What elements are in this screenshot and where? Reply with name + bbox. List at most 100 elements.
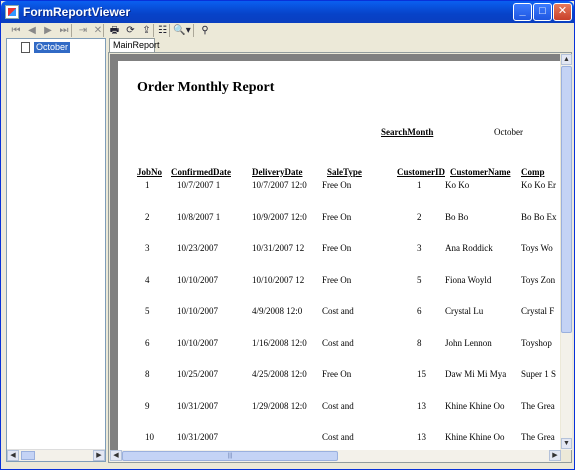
table-cell: 4/9/2008 12:0 <box>252 306 303 316</box>
table-cell: Bo Bo Ex <box>521 212 557 222</box>
column-header[interactable]: CustomerName <box>450 167 510 177</box>
app-icon[interactable] <box>5 5 19 19</box>
table-cell: Crystal Lu <box>445 306 484 316</box>
table-cell: 10/31/2007 12 <box>252 243 305 253</box>
table-cell: Free On <box>322 212 352 222</box>
table-cell: 10/23/2007 <box>177 243 219 253</box>
first-page-icon[interactable]: ⏮ <box>11 24 21 37</box>
report-vertical-scrollbar[interactable]: ▲ ▼ <box>561 54 572 450</box>
report-toolbar: ⏮ ◀ ▶ ⏭ ⇥ ✕ 🖶 ⟳ ⇪ ☷ 🔍▾ ⚲ <box>3 23 573 38</box>
next-page-icon[interactable]: ▶ <box>43 24 53 37</box>
table-cell: 10/31/2007 <box>177 432 219 442</box>
column-header[interactable]: JobNo <box>137 167 162 177</box>
table-cell: 8 <box>145 369 150 379</box>
table-cell: 4/25/2008 12:0 <box>252 369 307 379</box>
scroll-left-icon[interactable]: ◀ <box>110 450 122 461</box>
table-cell: Cost and <box>322 338 354 348</box>
toolbar-separator <box>193 24 194 37</box>
table-cell: Free On <box>322 180 352 190</box>
column-header[interactable]: ConfirmedDate <box>171 167 231 177</box>
toolbar-separator <box>169 24 170 37</box>
last-page-icon[interactable]: ⏭ <box>59 24 69 37</box>
table-cell: 10/10/2007 <box>177 306 219 316</box>
search-month-label: SearchMonth <box>381 127 434 137</box>
table-cell: Free On <box>322 369 352 379</box>
search-icon[interactable]: ⚲ <box>198 24 212 37</box>
report-title: Order Monthly Report <box>137 80 275 95</box>
tree-horizontal-scrollbar[interactable]: ◀ ▶ <box>7 449 105 461</box>
report-horizontal-scrollbar[interactable]: ◀ ||| ▶ <box>110 450 561 462</box>
table-cell: Ana Roddick <box>445 243 493 253</box>
toolbar-separator <box>71 24 72 37</box>
table-cell: Khine Khine Oo <box>445 432 505 442</box>
scroll-up-icon[interactable]: ▲ <box>561 54 572 65</box>
table-cell: Crystal F <box>521 306 555 316</box>
table-cell: Super 1 S <box>521 369 557 379</box>
tree-item-october[interactable]: October <box>21 41 71 53</box>
toolbar-separator <box>153 24 154 37</box>
table-cell: 9 <box>145 401 150 411</box>
report-page: Order Monthly Report SearchMonth October… <box>118 61 560 450</box>
tree-scroll-thumb[interactable] <box>21 451 35 460</box>
table-cell: 10/25/2007 <box>177 369 219 379</box>
table-cell: Ko Ko <box>445 180 470 190</box>
go-back-icon[interactable]: ⇥ <box>77 24 89 37</box>
zoom-icon[interactable]: 🔍▾ <box>172 24 192 37</box>
table-cell: 10/8/2007 1 <box>177 212 221 222</box>
report-tab-panel: Order Monthly Report SearchMonth October… <box>108 52 572 463</box>
report-viewport[interactable]: Order Monthly Report SearchMonth October… <box>110 54 560 450</box>
table-cell: 10/10/2007 <box>177 275 219 285</box>
refresh-icon[interactable]: ⟳ <box>124 24 137 37</box>
maximize-button[interactable]: □ <box>533 3 552 21</box>
table-cell: Daw Mi Mi Mya <box>445 369 507 379</box>
table-cell: Cost and <box>322 401 354 411</box>
column-header[interactable]: Comp <box>521 167 545 177</box>
table-cell: Cost and <box>322 306 354 316</box>
group-tree-icon[interactable]: ☷ <box>156 24 169 37</box>
table-cell: 10/9/2007 12:0 <box>252 212 307 222</box>
scroll-right-icon[interactable]: ▶ <box>93 450 105 461</box>
table-cell: Ko Ko Er <box>521 180 556 190</box>
toolbar-separator <box>103 24 104 37</box>
column-header[interactable]: DeliveryDate <box>252 167 302 177</box>
table-cell: 2 <box>145 212 150 222</box>
table-cell: 4 <box>145 275 150 285</box>
table-cell: 10/10/2007 12 <box>252 275 305 285</box>
scroll-right-icon[interactable]: ▶ <box>549 450 561 461</box>
table-cell: 10 <box>145 432 154 442</box>
table-cell: 1 <box>145 180 150 190</box>
search-month-value: October <box>494 127 523 137</box>
table-cell: Bo Bo <box>445 212 469 222</box>
table-cell: 10/7/2007 1 <box>177 180 221 190</box>
report-vertical-thumb[interactable] <box>561 66 572 333</box>
close-button[interactable]: ✕ <box>553 3 572 21</box>
table-cell: 10/7/2007 12:0 <box>252 180 307 190</box>
table-cell: Toys Wo <box>521 243 553 253</box>
scroll-left-icon[interactable]: ◀ <box>7 450 19 461</box>
table-cell: The Grea <box>521 401 555 411</box>
title-bar[interactable]: FormReportViewer _ □ ✕ <box>1 1 574 23</box>
tree-item-label: October <box>34 41 71 53</box>
table-cell: 1/29/2008 12:0 <box>252 401 307 411</box>
table-cell: 6 <box>145 338 150 348</box>
form-report-viewer-window: FormReportViewer _ □ ✕ ⏮ ◀ ▶ ⏭ ⇥ ✕ 🖶 ⟳ ⇪ ☷ 🔍▾ ⚲ Oct… <box>0 0 575 470</box>
previous-page-icon[interactable]: ◀ <box>27 24 37 37</box>
stop-icon[interactable]: ✕ <box>93 24 103 37</box>
table-cell: The Grea <box>521 432 555 442</box>
tab-main-report[interactable]: MainReport <box>109 38 160 52</box>
table-cell: Free On <box>322 275 352 285</box>
scroll-down-icon[interactable]: ▼ <box>561 438 572 449</box>
column-header[interactable]: CustomerID <box>397 167 445 177</box>
export-icon[interactable]: ⇪ <box>140 24 153 37</box>
column-header[interactable]: SaleType <box>327 167 362 177</box>
group-tree-panel[interactable]: October ◀ ▶ <box>6 38 106 462</box>
print-icon[interactable]: 🖶 <box>108 24 121 37</box>
table-cell: 1/16/2008 12:0 <box>252 338 307 348</box>
report-horizontal-thumb[interactable]: ||| <box>122 451 338 461</box>
table-cell: 5 <box>145 306 150 316</box>
table-cell: 3 <box>145 243 150 253</box>
minimize-button[interactable]: _ <box>513 3 532 21</box>
table-cell: Khine Khine Oo <box>445 401 505 411</box>
table-cell: 10/10/2007 <box>177 338 219 348</box>
table-cell: Free On <box>322 243 352 253</box>
